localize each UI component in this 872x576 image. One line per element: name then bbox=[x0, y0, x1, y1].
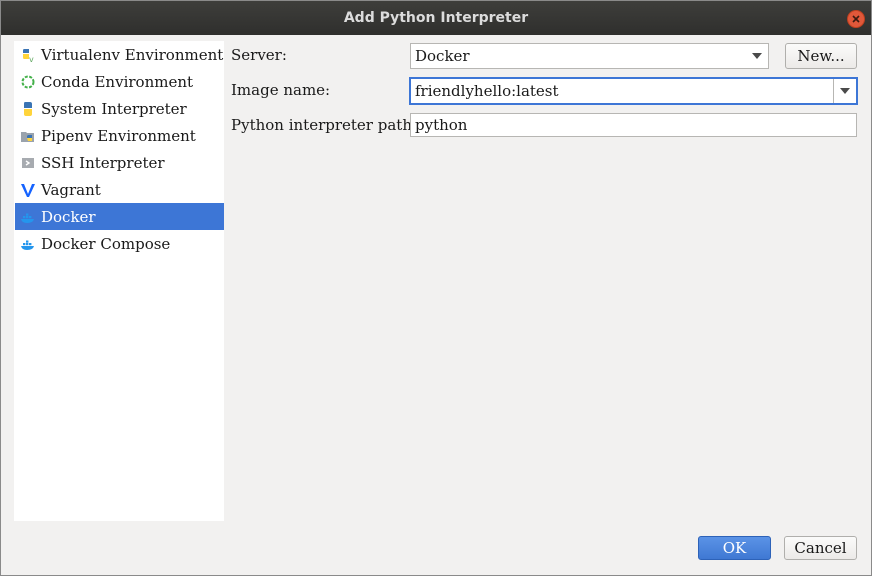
sidebar-item-docker[interactable]: Docker bbox=[15, 203, 224, 230]
sidebar-item-pipenv[interactable]: Pipenv Environment bbox=[15, 122, 224, 149]
ok-button[interactable]: OK bbox=[698, 536, 771, 560]
server-value: Docker bbox=[415, 47, 470, 65]
interpreter-path-label: Python interpreter path: bbox=[231, 116, 418, 134]
docker-compose-icon bbox=[20, 236, 36, 252]
pipenv-icon bbox=[20, 128, 36, 144]
sidebar-item-conda[interactable]: Conda Environment bbox=[15, 68, 224, 95]
sidebar-item-vagrant[interactable]: Vagrant bbox=[15, 176, 224, 203]
sidebar-item-label: Vagrant bbox=[41, 180, 101, 199]
sidebar-item-label: Conda Environment bbox=[41, 72, 194, 91]
sidebar-item-system-interpreter[interactable]: System Interpreter bbox=[15, 95, 224, 122]
close-button[interactable] bbox=[847, 10, 865, 28]
svg-text:v: v bbox=[29, 55, 34, 63]
python-virtualenv-icon: v bbox=[20, 47, 36, 63]
docker-icon bbox=[20, 209, 36, 225]
interpreter-type-list: v Virtualenv Environment Conda Environme… bbox=[14, 41, 224, 521]
title-bar: Add Python Interpreter bbox=[1, 1, 871, 35]
close-icon bbox=[852, 15, 860, 23]
conda-icon bbox=[20, 74, 36, 90]
server-select[interactable]: Docker bbox=[410, 43, 769, 69]
add-python-interpreter-dialog: Add Python Interpreter v Virtualenv Envi… bbox=[0, 0, 872, 576]
chevron-down-icon bbox=[746, 44, 768, 68]
image-name-value: friendlyhello:latest bbox=[415, 82, 559, 100]
python-icon bbox=[20, 101, 36, 117]
interpreter-path-input[interactable]: python bbox=[410, 113, 857, 137]
image-dropdown-button[interactable] bbox=[833, 79, 856, 103]
cancel-button[interactable]: Cancel bbox=[784, 536, 857, 560]
ssh-icon bbox=[20, 155, 36, 171]
image-name-label: Image name: bbox=[231, 81, 331, 99]
dialog-title: Add Python Interpreter bbox=[343, 10, 529, 26]
sidebar-item-virtualenv[interactable]: v Virtualenv Environment bbox=[15, 41, 224, 68]
sidebar-item-ssh[interactable]: SSH Interpreter bbox=[15, 149, 224, 176]
sidebar-item-label: Docker Compose bbox=[41, 234, 171, 253]
server-label: Server: bbox=[231, 46, 287, 64]
sidebar-item-label: SSH Interpreter bbox=[41, 153, 165, 172]
image-name-combobox[interactable]: friendlyhello:latest bbox=[410, 78, 857, 104]
vagrant-icon bbox=[20, 182, 36, 198]
sidebar-item-label: Virtualenv Environment bbox=[41, 45, 224, 64]
new-server-button[interactable]: New... bbox=[785, 43, 857, 69]
sidebar-item-label: Docker bbox=[41, 207, 96, 226]
sidebar-item-docker-compose[interactable]: Docker Compose bbox=[15, 230, 224, 257]
chevron-down-icon bbox=[840, 88, 850, 94]
sidebar-item-label: Pipenv Environment bbox=[41, 126, 196, 145]
sidebar-item-label: System Interpreter bbox=[41, 99, 187, 118]
